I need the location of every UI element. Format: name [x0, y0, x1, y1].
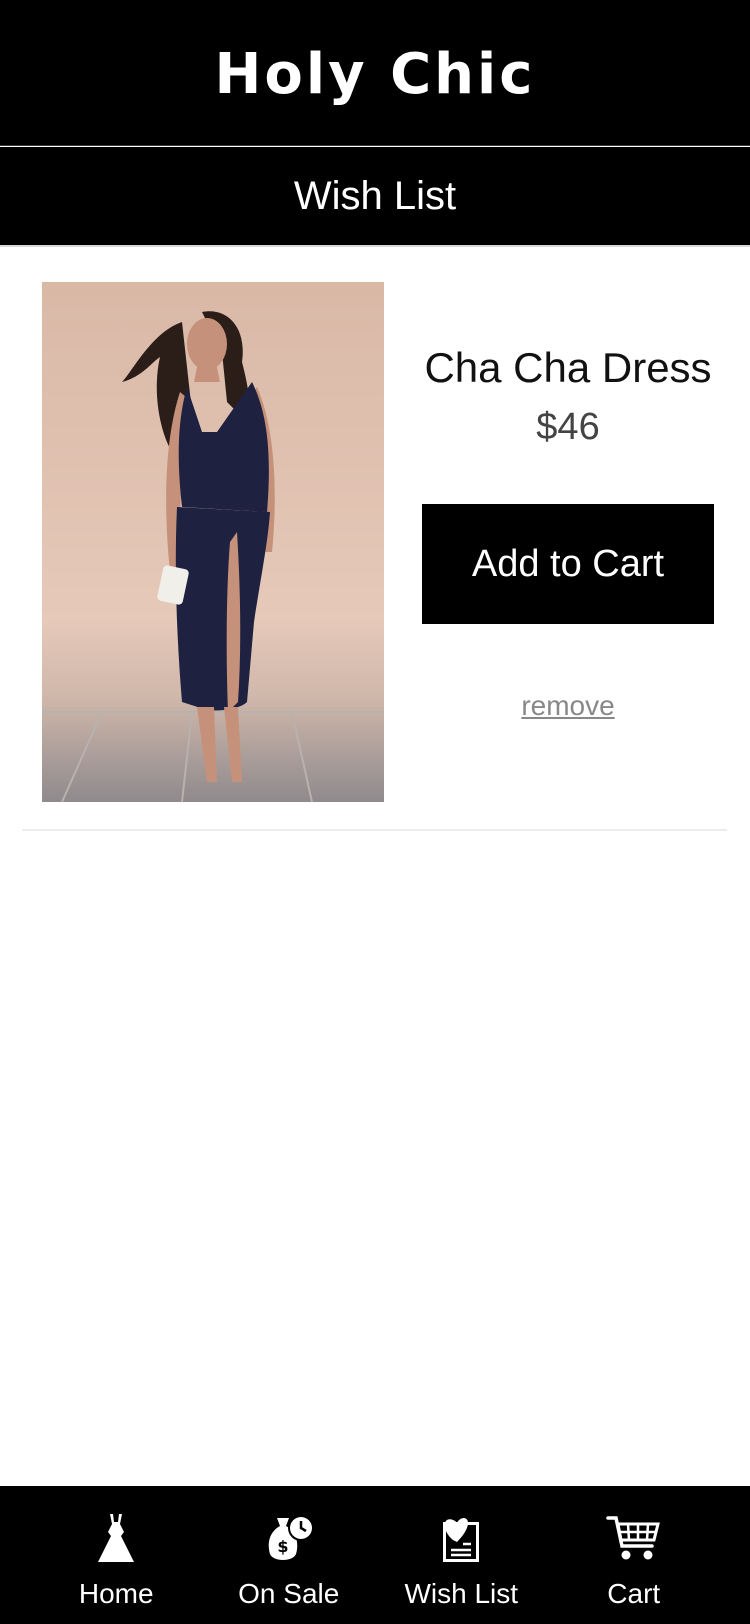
tab-on-sale-label: On Sale: [238, 1578, 340, 1609]
app-header: Holy Chic: [0, 0, 750, 146]
page-title: Wish List: [293, 173, 457, 218]
money-bag-clock-icon: $: [268, 1515, 314, 1560]
add-to-cart-button[interactable]: Add to Cart: [422, 504, 714, 624]
product-name[interactable]: Cha Cha Dress: [410, 344, 726, 392]
tab-on-sale[interactable]: $ On Sale: [214, 1510, 364, 1624]
app-title: Holy Chic: [214, 42, 536, 107]
shopping-cart-icon: [606, 1516, 660, 1560]
remove-link[interactable]: remove: [422, 690, 714, 722]
page-header: Wish List: [0, 147, 750, 247]
heart-list-icon: [443, 1518, 480, 1562]
tab-cart-label: Cart: [607, 1578, 661, 1609]
tab-cart[interactable]: Cart: [559, 1510, 709, 1624]
dress-icon: [98, 1514, 135, 1562]
wishlist-item: Cha Cha Dress $46 Add to Cart remove: [22, 250, 727, 831]
product-image[interactable]: [42, 282, 384, 802]
tab-home[interactable]: Home: [41, 1510, 191, 1624]
tab-wish-list-label: Wish List: [404, 1578, 519, 1609]
product-price: $46: [536, 406, 600, 448]
bottom-tab-bar: Home $ On Sale Wish List Cart: [0, 1486, 750, 1624]
svg-text:$: $: [277, 1537, 288, 1556]
tab-wish-list[interactable]: Wish List: [386, 1510, 536, 1624]
tab-home-label: Home: [78, 1578, 154, 1609]
